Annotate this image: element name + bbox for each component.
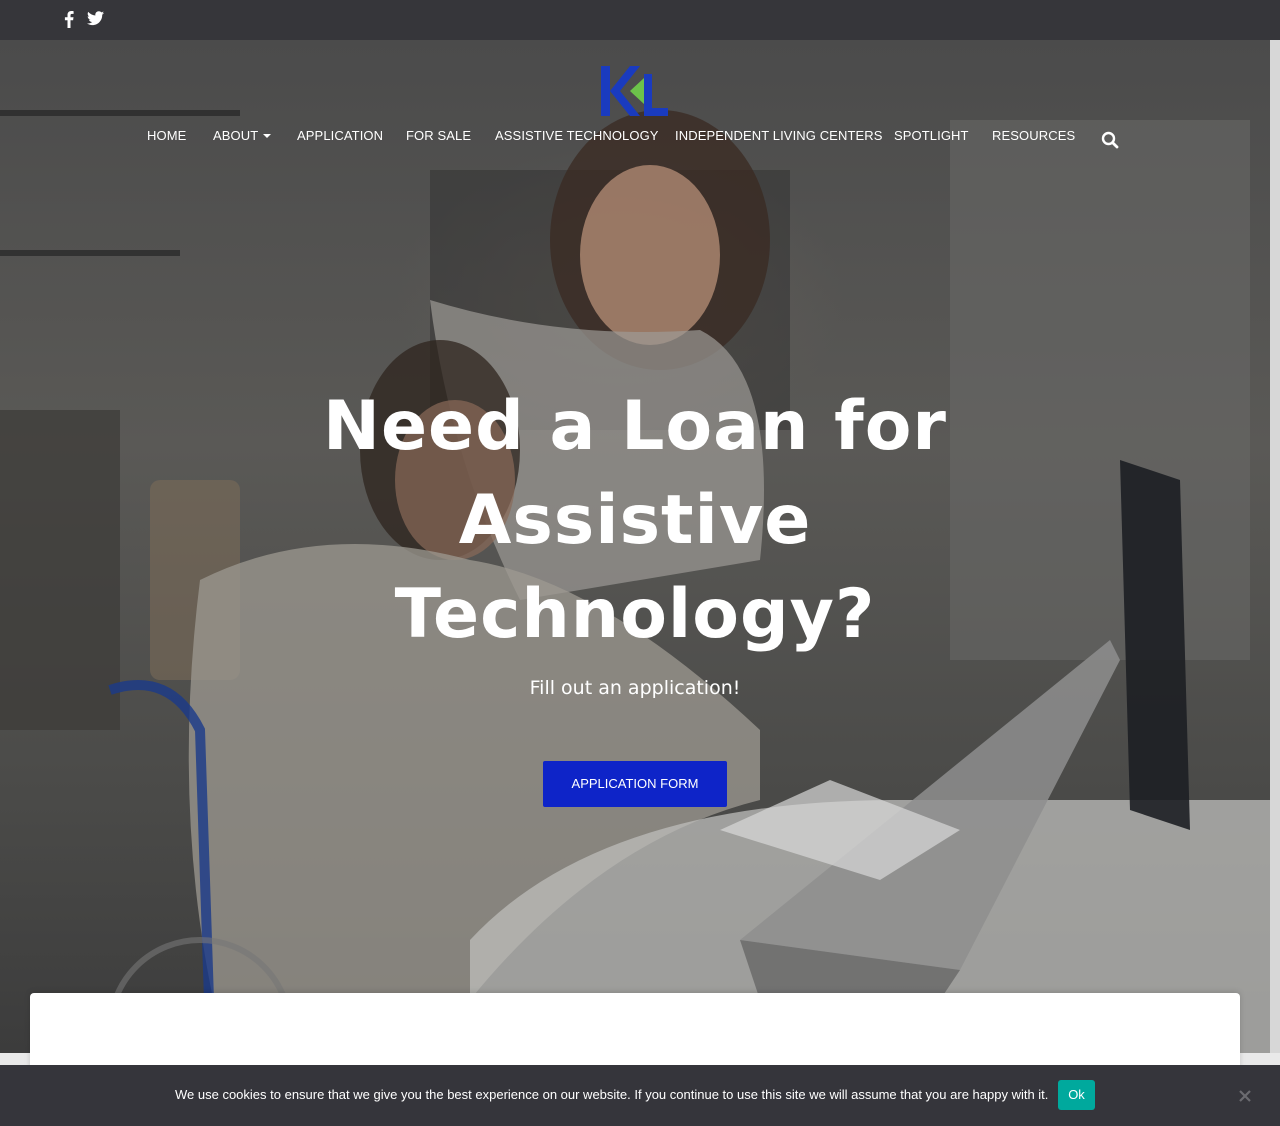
nav-item-assistive-technology[interactable]: ASSISTIVE TECHNOLOGY xyxy=(495,128,659,143)
hero-title-line-2: Assistive xyxy=(458,481,812,560)
search-icon[interactable] xyxy=(1101,131,1119,149)
twitter-icon[interactable] xyxy=(87,11,104,31)
social-bar xyxy=(0,0,1280,40)
main-navigation: HOME ABOUT APPLICATION FOR SALE ASSISTIV… xyxy=(0,128,1270,152)
nav-item-about[interactable]: ABOUT xyxy=(213,128,272,143)
application-form-button[interactable]: APPLICATION FORM xyxy=(543,761,727,807)
nav-item-home[interactable]: HOME xyxy=(147,128,186,143)
cookie-notice-text: We use cookies to ensure that we give yo… xyxy=(175,1087,1049,1102)
nav-item-for-sale[interactable]: FOR SALE xyxy=(406,128,471,143)
nav-item-application[interactable]: APPLICATION xyxy=(297,128,383,143)
chevron-down-icon xyxy=(263,133,272,138)
hero-title: Need a Loan for Assistive Technology? xyxy=(285,380,985,662)
nav-item-independent-living-centers[interactable]: INDEPENDENT LIVING CENTERS xyxy=(675,128,883,143)
cookie-ok-button[interactable]: Ok xyxy=(1058,1080,1095,1110)
kl-logo[interactable] xyxy=(600,64,670,118)
page-scrollbar[interactable] xyxy=(1270,40,1280,1053)
hero-title-line-1: Need a Loan for xyxy=(323,387,947,466)
facebook-icon[interactable] xyxy=(64,11,74,33)
hero-section: HOME ABOUT APPLICATION FOR SALE ASSISTIV… xyxy=(0,40,1270,1053)
hero-title-line-3: Technology? xyxy=(394,575,876,654)
hero-subtitle: Fill out an application! xyxy=(529,677,741,699)
close-icon[interactable] xyxy=(1238,1089,1252,1103)
nav-item-resources[interactable]: RESOURCES xyxy=(992,128,1075,143)
nav-item-spotlight[interactable]: SPOTLIGHT xyxy=(894,128,969,143)
nav-item-about-label: ABOUT xyxy=(213,128,259,143)
cookie-notice: We use cookies to ensure that we give yo… xyxy=(0,1065,1280,1126)
